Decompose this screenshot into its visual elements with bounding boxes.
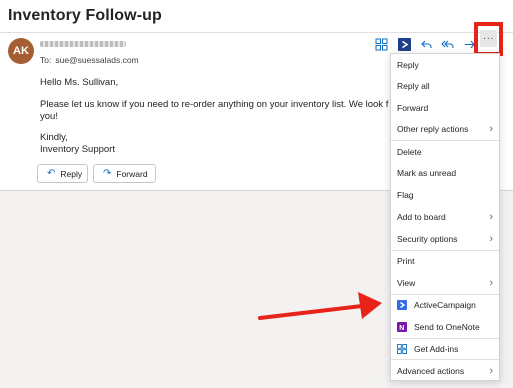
- menu-item-label: Get Add-ins: [414, 343, 459, 354]
- chevron-right-icon: ›: [489, 122, 493, 135]
- activecampaign-icon[interactable]: [396, 36, 412, 52]
- greeting-text: Hello Ms. Sullivan,: [40, 77, 119, 88]
- menu-item-delete[interactable]: Delete: [391, 141, 499, 162]
- menu-item-label: Delete: [397, 146, 422, 157]
- menu-item-send-to-onenote[interactable]: N Send to OneNote: [391, 316, 499, 337]
- svg-text:N: N: [399, 324, 404, 330]
- menu-item-security-options[interactable]: Security options ›: [391, 228, 499, 249]
- chevron-right-icon: ›: [489, 210, 493, 223]
- sender-avatar[interactable]: AK: [8, 38, 34, 64]
- menu-item-advanced-actions[interactable]: Advanced actions ›: [391, 360, 499, 381]
- menu-item-add-to-board[interactable]: Add to board ›: [391, 206, 499, 227]
- onenote-icon: N: [397, 321, 407, 332]
- closing-line-1: Kindly,: [40, 132, 68, 143]
- email-reading-pane: Inventory Follow-up AK To: sue@suessalads…: [0, 0, 513, 388]
- menu-item-label: Other reply actions: [397, 123, 469, 134]
- reply-icon[interactable]: [418, 36, 434, 52]
- menu-item-label: Advanced actions: [397, 365, 465, 376]
- chevron-right-icon: ›: [489, 364, 493, 377]
- sender-name-redacted: [40, 41, 126, 47]
- reply-button[interactable]: ↶ Reply: [37, 164, 88, 183]
- chevron-right-icon: ›: [489, 276, 493, 289]
- menu-item-other-reply-actions[interactable]: Other reply actions ›: [391, 118, 499, 139]
- menu-item-mark-as-unread[interactable]: Mark as unread: [391, 162, 499, 183]
- body-line-1: Please let us know if you need to re-ord…: [40, 99, 389, 110]
- subject-bar: Inventory Follow-up: [0, 0, 513, 33]
- activecampaign-icon: [397, 299, 407, 310]
- menu-item-label: Send to OneNote: [414, 321, 480, 332]
- recipient-line: To: sue@suessalads.com: [40, 55, 143, 65]
- menu-item-activecampaign[interactable]: ActiveCampaign: [391, 294, 499, 315]
- menu-item-label: Print: [397, 255, 415, 266]
- menu-item-label: Mark as unread: [397, 167, 457, 178]
- menu-item-view[interactable]: View ›: [391, 272, 499, 293]
- menu-item-label: View: [397, 277, 416, 288]
- menu-item-label: Reply all: [397, 80, 430, 91]
- menu-item-flag[interactable]: Flag: [391, 184, 499, 205]
- apps-grid-icon[interactable]: [373, 36, 389, 52]
- recipient-address[interactable]: sue@suessalads.com: [55, 55, 138, 65]
- highlight-annotation-box: [474, 22, 503, 56]
- forward-button[interactable]: ↷ Forward: [93, 164, 156, 183]
- reply-icon: ↶: [47, 168, 56, 179]
- reply-all-icon[interactable]: [440, 36, 456, 52]
- more-actions-menu: Reply Reply all Forward Other reply acti…: [390, 53, 500, 381]
- menu-item-label: Add to board: [397, 211, 446, 222]
- menu-item-label: Reply: [397, 59, 419, 70]
- chevron-right-icon: ›: [489, 232, 493, 245]
- menu-item-label: Forward: [397, 102, 429, 113]
- menu-item-forward[interactable]: Forward: [391, 97, 499, 118]
- menu-item-label: Flag: [397, 189, 414, 200]
- menu-item-get-add-ins[interactable]: Get Add-ins: [391, 338, 499, 359]
- menu-item-reply-all[interactable]: Reply all: [391, 75, 499, 96]
- apps-grid-icon: [397, 343, 407, 354]
- forward-icon: ↷: [103, 168, 112, 179]
- closing-line-2: Inventory Support: [40, 144, 115, 155]
- menu-item-label: ActiveCampaign: [414, 299, 476, 310]
- menu-item-reply[interactable]: Reply: [391, 54, 499, 75]
- annotation-arrow: [258, 292, 382, 320]
- forward-button-label: Forward: [116, 168, 148, 179]
- body-line-2: you!: [40, 111, 58, 122]
- email-subject: Inventory Follow-up: [8, 7, 162, 24]
- menu-item-label: Security options: [397, 233, 458, 244]
- to-label: To:: [40, 55, 52, 65]
- menu-item-print[interactable]: Print: [391, 250, 499, 271]
- reply-button-label: Reply: [60, 168, 83, 179]
